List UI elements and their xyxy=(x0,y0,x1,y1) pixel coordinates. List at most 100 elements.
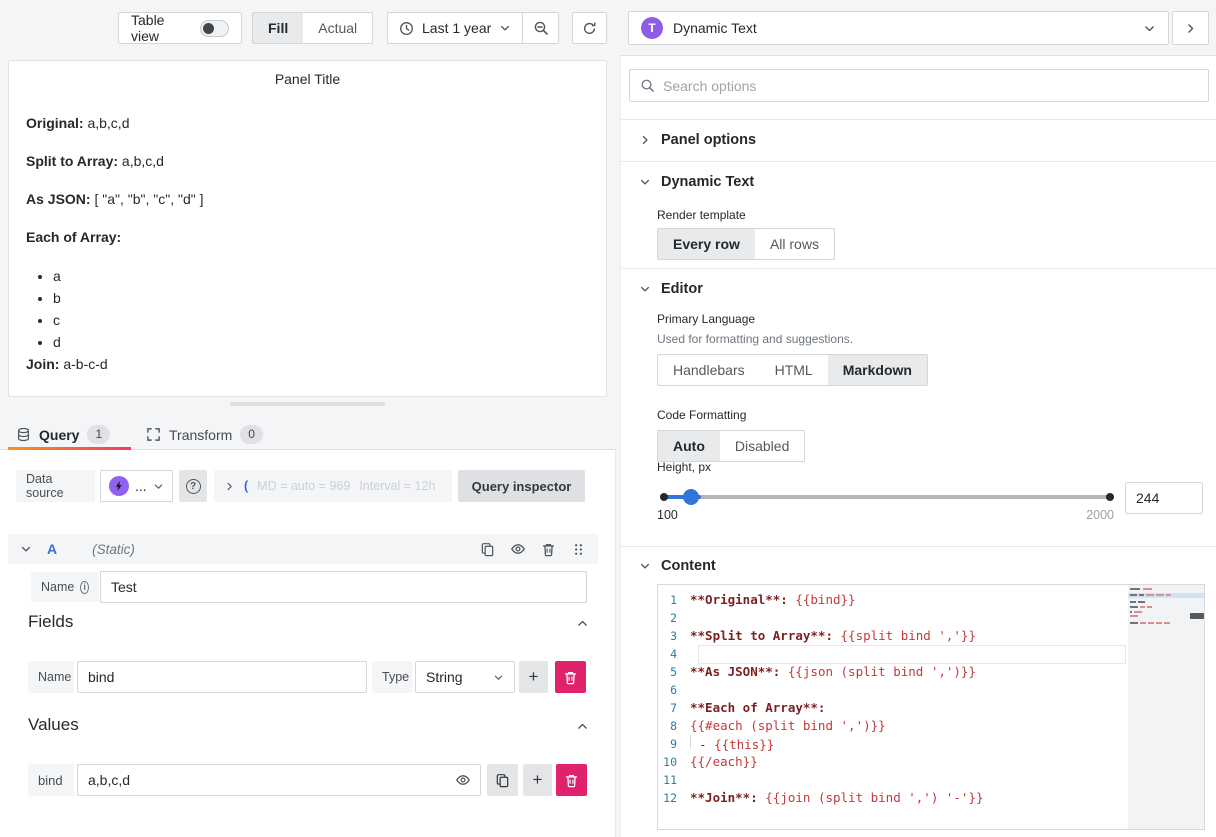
line-number: 3 xyxy=(658,627,690,645)
panel-paragraph: Each of Array: xyxy=(26,227,590,248)
code-text: {{#each (split bind ',')}} xyxy=(690,717,886,735)
options-search[interactable] xyxy=(629,69,1209,102)
code-text: **As JSON**: {{json (split bind ',')}} xyxy=(690,663,976,681)
duplicate-query-icon[interactable] xyxy=(480,542,495,557)
dynamic-text-plugin-icon: T xyxy=(641,17,663,39)
line-number: 11 xyxy=(658,771,690,789)
option-markdown[interactable]: Markdown xyxy=(828,355,927,385)
query-inspector-button[interactable]: Query inspector xyxy=(458,470,585,502)
field-type-select[interactable]: String xyxy=(415,661,515,693)
remove-query-trash-icon[interactable] xyxy=(541,542,556,557)
panel-bullet: d xyxy=(53,331,590,353)
panel-paragraph: Original: a,b,c,d xyxy=(26,113,590,134)
line-number: 7 xyxy=(658,699,690,717)
code-line: 6 xyxy=(658,681,1204,699)
hide-response-eye-icon[interactable] xyxy=(510,541,526,557)
preview-eye-icon[interactable] xyxy=(455,772,471,788)
line-number: 1 xyxy=(658,591,690,609)
remove-value-button[interactable] xyxy=(556,764,587,796)
chevron-down-icon xyxy=(493,672,504,683)
content-code-editor[interactable]: 1**Original**: {{bind}}23**Split to Arra… xyxy=(657,584,1205,830)
code-line: 2 xyxy=(658,609,1204,627)
time-range-picker[interactable]: Last 1 year xyxy=(387,12,559,44)
slider-max-label: 2000 xyxy=(1076,508,1114,522)
tab-transform-label: Transform xyxy=(169,427,232,443)
clock-icon xyxy=(399,21,414,36)
table-view-switch[interactable] xyxy=(200,20,229,37)
section-editor[interactable]: Editor xyxy=(621,268,1216,310)
copy-value-button[interactable] xyxy=(487,764,518,796)
section-dynamic-text-label: Dynamic Text xyxy=(661,174,754,190)
section-dynamic-text[interactable]: Dynamic Text xyxy=(621,161,1216,203)
option-all-rows[interactable]: All rows xyxy=(755,229,834,259)
code-text: **Split to Array**: {{split bind ','}} xyxy=(690,627,976,645)
option-fill[interactable]: Fill xyxy=(253,13,303,43)
section-panel-options[interactable]: Panel options xyxy=(621,119,1216,161)
question-circle-icon: ? xyxy=(186,479,201,494)
collapse-fields-icon[interactable] xyxy=(576,617,589,630)
lightning-icon xyxy=(113,480,125,492)
field-name-label: Name xyxy=(28,661,74,693)
refresh-button[interactable] xyxy=(572,12,607,44)
add-value-button[interactable]: + xyxy=(523,764,552,796)
section-content-label: Content xyxy=(661,558,716,574)
height-slider-handle[interactable] xyxy=(683,489,699,505)
max-datapoints-summary: MD = auto = 969 xyxy=(257,479,350,493)
field-name-input[interactable] xyxy=(77,661,367,693)
pane-resize-handle[interactable] xyxy=(230,402,385,406)
time-range-zoom-out-button[interactable] xyxy=(522,13,558,43)
options-search-input[interactable] xyxy=(663,78,1198,94)
code-text: **Each of Array**: xyxy=(690,699,825,717)
panel-bullet-list: abcd xyxy=(26,265,590,353)
option-disabled[interactable]: Disabled xyxy=(720,431,804,461)
field-type-label: Type xyxy=(372,661,412,693)
primary-language-description: Used for formatting and suggestions. xyxy=(657,332,853,346)
option-every-row[interactable]: Every row xyxy=(658,229,755,259)
query-ref-id: A xyxy=(47,541,57,557)
option-html[interactable]: HTML xyxy=(760,355,828,385)
table-view-toggle-button[interactable]: Table view xyxy=(118,12,242,44)
collapse-values-icon[interactable] xyxy=(576,720,589,733)
slider-min-dot xyxy=(660,493,668,501)
code-line: 8{{#each (split bind ',')}} xyxy=(658,717,1204,735)
collapse-options-pane-button[interactable] xyxy=(1172,11,1209,45)
visualization-name: Dynamic Text xyxy=(673,20,1133,36)
chevron-down-icon xyxy=(639,283,651,295)
editor-tabbar: Query 1 Transform 0 xyxy=(0,419,616,450)
code-lines: 1**Original**: {{bind}}23**Split to Arra… xyxy=(658,591,1204,807)
section-content[interactable]: Content xyxy=(621,546,1216,586)
chevron-right-icon xyxy=(639,134,651,146)
line-number: 6 xyxy=(658,681,690,699)
tab-transform[interactable]: Transform 0 xyxy=(146,419,263,450)
minimap-mark xyxy=(1130,588,1140,590)
code-text: **Original**: {{bind}} xyxy=(690,591,856,609)
query-row-header[interactable]: A (Static) xyxy=(8,534,598,564)
datasource-help-button[interactable]: ? xyxy=(179,470,207,502)
chevron-down-icon xyxy=(153,481,164,492)
height-value-input[interactable] xyxy=(1125,482,1203,514)
drag-handle-icon[interactable] xyxy=(571,542,586,557)
query-options-collapsed[interactable]: ( MD = auto = 969 Interval = 12h xyxy=(214,470,452,502)
remove-field-button[interactable] xyxy=(555,661,586,693)
tab-query[interactable]: Query 1 xyxy=(16,419,110,450)
info-circle-icon: i xyxy=(80,581,89,594)
scrollbar-thumb[interactable] xyxy=(1190,613,1204,619)
value-input[interactable] xyxy=(77,764,481,796)
datasource-picker[interactable]: ... xyxy=(100,470,173,502)
height-slider-track[interactable] xyxy=(664,495,1114,499)
panel-options-pane: Panel options Dynamic Text Render templa… xyxy=(620,55,1216,837)
query-name-input[interactable] xyxy=(100,571,587,603)
option-actual[interactable]: Actual xyxy=(303,13,372,43)
code-line: 4 xyxy=(658,645,1204,663)
option-handlebars[interactable]: Handlebars xyxy=(658,355,760,385)
line-number: 2 xyxy=(658,609,690,627)
toggle-knob xyxy=(203,23,214,34)
option-auto[interactable]: Auto xyxy=(658,431,720,461)
add-field-button[interactable]: + xyxy=(519,661,548,693)
trash-icon xyxy=(564,773,579,788)
value-input-wrap xyxy=(77,764,481,796)
line-number: 5 xyxy=(658,663,690,681)
visualization-picker[interactable]: T Dynamic Text xyxy=(628,11,1169,45)
render-template-segmented: Every rowAll rows xyxy=(657,228,835,260)
primary-language-segmented: HandlebarsHTMLMarkdown xyxy=(657,354,928,386)
